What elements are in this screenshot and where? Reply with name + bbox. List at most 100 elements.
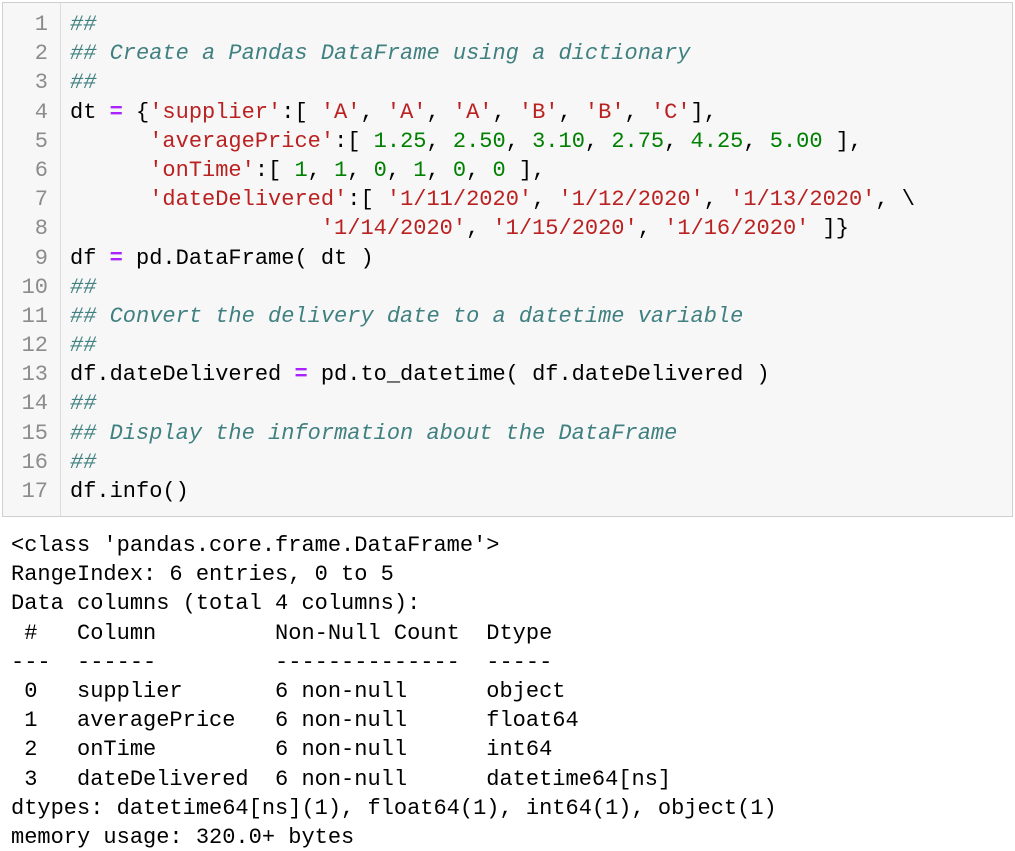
code-line[interactable]: 7 'dateDelivered':[ '1/11/2020', '1/12/2… [3,185,1012,214]
cell-output: <class 'pandas.core.frame.DataFrame'> Ran… [0,531,1015,850]
code-text: ## Display the information about the Dat… [70,419,677,448]
code-token-num: 2.50 [452,128,506,154]
code-cell-input[interactable]: 1 ## 2 ## Create a Pandas DataFrame using a… [2,2,1013,517]
code-token-comment: ## [70,391,97,417]
code-line[interactable]: 6 'onTime':[ 1, 1, 0, 1, 0, 0 ], [3,156,1012,185]
code-token-plain: , [558,99,585,125]
code-line[interactable]: 2 ## Create a Pandas DataFrame using a di… [3,39,1012,68]
code-line[interactable]: 13 df.dateDelivered = pd.to_datetime( df.… [3,360,1012,389]
code-text: ## [70,273,96,302]
code-token-plain: , [426,128,453,154]
code-line[interactable]: 16 ## [3,448,1012,477]
code-editor[interactable]: 1 ## 2 ## Create a Pandas DataFrame using a… [3,10,1012,506]
code-token-comment: ## [70,449,97,475]
code-token-plain: , [532,187,559,213]
code-text: df.dateDelivered = pd.to_datetime( df.da… [70,360,770,389]
code-line[interactable]: 9 df = pd.DataFrame( dt ) [3,244,1012,273]
code-token-plain: , [637,216,665,242]
code-text: ## Convert the delivery date to a dateti… [70,302,743,331]
code-text: ## [70,10,96,39]
code-token-str: 'A' [386,99,427,125]
code-token-str: 'B' [584,99,625,125]
code-line[interactable]: 10 ## [3,273,1012,302]
line-number: 14 [21,391,48,417]
code-line[interactable]: 8 '1/14/2020', '1/15/2020', '1/16/2020' … [3,214,1012,243]
code-token-str: '1/13/2020' [730,187,876,213]
code-token-plain: ], [690,99,717,125]
code-token-plain: :[ [281,99,321,125]
code-token-num: 0 [373,157,387,183]
code-line[interactable]: 11 ## Convert the delivery date to a date… [3,302,1012,331]
code-token-plain: , [624,99,651,125]
code-token-plain: , [492,99,519,125]
code-token-plain: , [466,157,493,183]
code-token-comment: ## [70,70,97,96]
code-line[interactable]: 1 ## [3,10,1012,39]
line-number: 15 [21,420,48,446]
code-token-str: '1/12/2020' [558,187,704,213]
code-text: 'onTime':[ 1, 1, 0, 1, 0, 0 ], [70,156,545,185]
code-token-plain: :[ [347,187,387,213]
code-token-plain: pd.to_datetime( df.dateDelivered ) [307,362,770,388]
line-number: 16 [21,449,48,475]
code-line[interactable]: 5 'averagePrice':[ 1.25, 2.50, 3.10, 2.7… [3,127,1012,156]
code-token-str: '1/14/2020' [320,216,467,242]
code-line[interactable]: 3 ## [3,68,1012,97]
code-token-str: 'dateDelivered' [149,187,348,213]
code-line[interactable]: 15 ## Display the information about the D… [3,419,1012,448]
code-token-str: 'C' [650,99,691,125]
code-token-num: 0 [492,157,506,183]
code-token-num: 1 [294,157,308,183]
output-line: --- ------ -------------- ----- [11,649,553,675]
line-number: 8 [34,216,48,242]
code-token-plain: , \ [875,187,915,213]
code-token-str: 'B' [518,99,559,125]
output-line: dtypes: datetime64[ns](1), float64(1), i… [11,795,777,821]
line-number: 3 [34,70,48,96]
code-token-str: '1/15/2020' [492,216,638,242]
code-token-plain: , [664,128,691,154]
code-token-plain: pd.DataFrame( dt ) [122,245,374,271]
line-number: 10 [21,274,48,300]
code-token-str: '1/16/2020' [664,216,810,242]
output-line: # Column Non-Null Count Dtype [11,620,553,646]
code-token-plain: , [307,157,335,183]
line-number: 13 [21,362,48,388]
code-token-str: 'supplier' [149,99,282,125]
code-token-plain: , [347,157,374,183]
code-token-num: 4.25 [690,128,744,154]
output-line: 0 supplier 6 non-null object [11,678,566,704]
output-line: Data columns (total 4 columns): [11,591,421,617]
code-text: 'averagePrice':[ 1.25, 2.50, 3.10, 2.75,… [70,127,862,156]
code-line[interactable]: 17 df.info() [3,477,1012,506]
code-token-op: = [294,362,308,388]
code-text: '1/14/2020', '1/15/2020', '1/16/2020' ]} [70,214,849,243]
output-line: 3 dateDelivered 6 non-null datetime64[ns… [11,766,672,792]
code-token-op: = [109,99,123,125]
code-line[interactable]: 12 ## [3,331,1012,360]
code-token-plain: { [122,99,150,125]
code-token-plain: ], [822,128,863,154]
notebook-screen: 1 ## 2 ## Create a Pandas DataFrame using a… [0,0,1015,851]
line-number: 12 [21,333,48,359]
code-text: ## [70,331,96,360]
code-token-num: 1.25 [373,128,427,154]
code-token-plain: , [426,99,453,125]
code-token-plain: , [360,99,387,125]
code-token-op: = [109,245,123,271]
code-text: ## [70,68,96,97]
code-text: df = pd.DataFrame( dt ) [70,244,374,273]
code-text: df.info() [70,477,189,506]
code-token-plain: df.info() [70,479,189,504]
code-token-plain: df.dateDelivered [70,362,295,388]
code-line[interactable]: 14 ## [3,389,1012,418]
output-line: memory usage: 320.0+ bytes [11,824,355,850]
line-number: 2 [34,41,48,67]
code-line[interactable]: 4 dt = {'supplier':[ 'A', 'A', 'A', 'B', … [3,98,1012,127]
code-token-plain: , [703,187,731,213]
code-token-num: 0 [452,157,467,183]
code-token-str: 'A' [320,99,361,125]
code-token-plain: , [743,128,770,154]
code-token-plain: ]} [809,216,849,242]
